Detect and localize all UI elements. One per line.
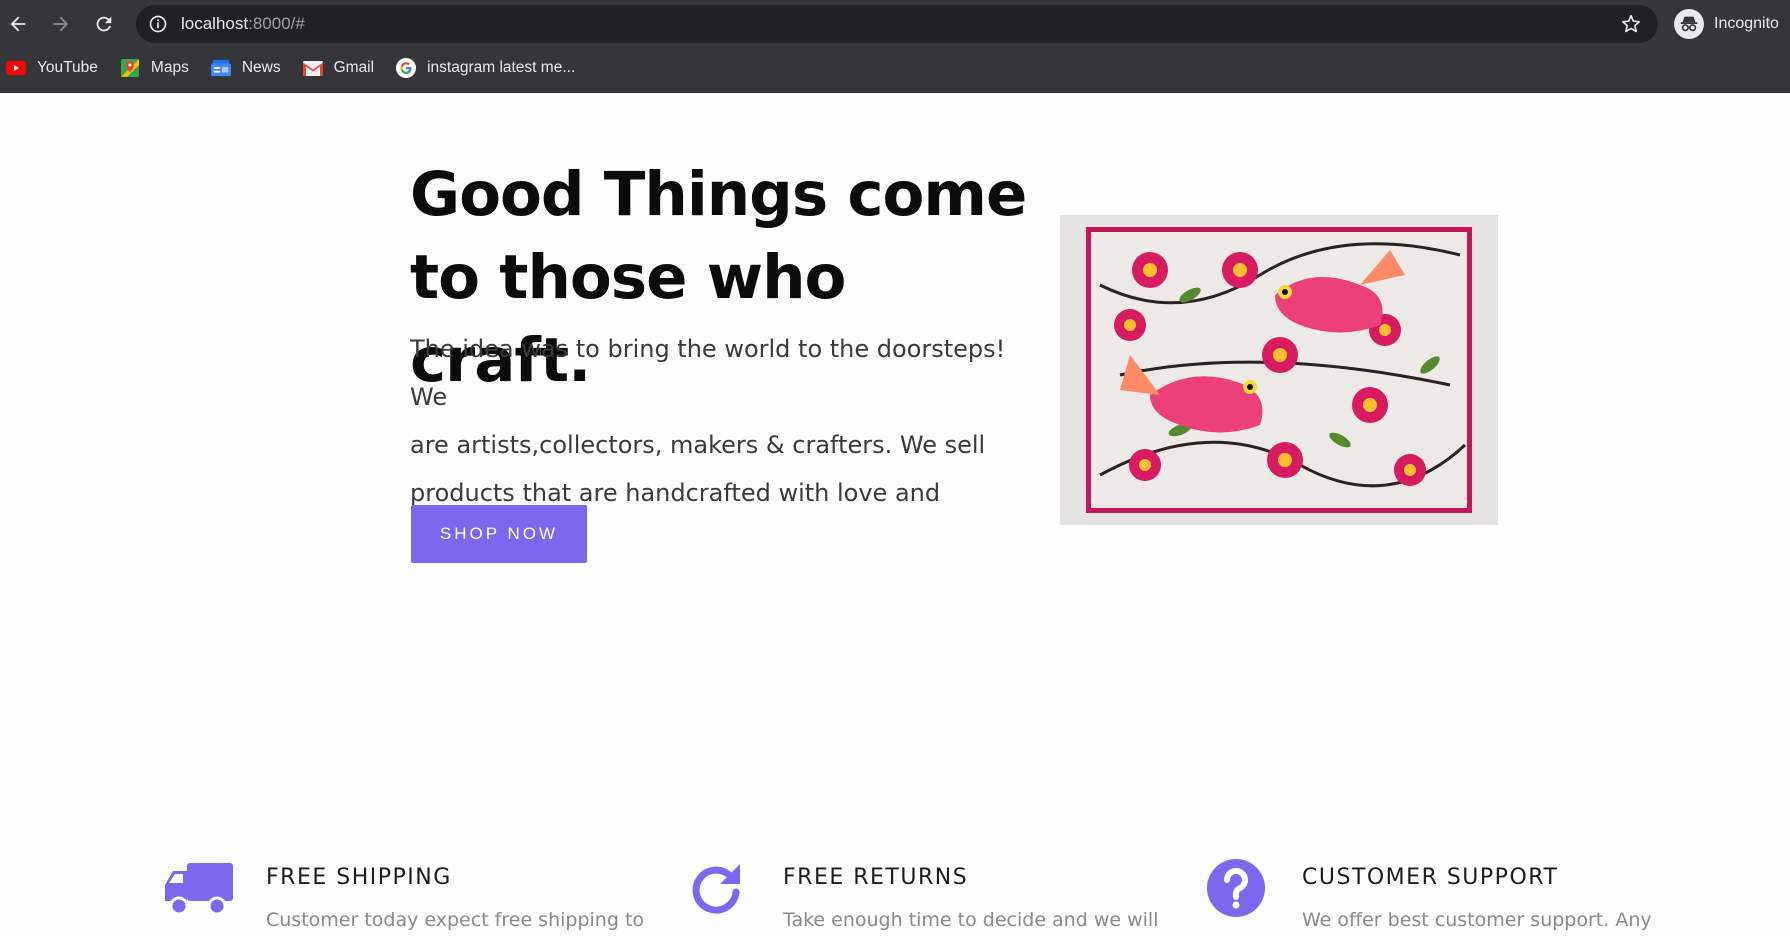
shop-now-button[interactable]: SHOP NOW [411,505,587,563]
page-content: Good Things come to those who craft. The… [0,93,1790,937]
bookmark-label: Gmail [333,59,375,76]
address-bar[interactable]: localhost:8000/# [136,5,1658,43]
refresh-icon [692,864,740,914]
feature-shipping: FREE SHIPPING Customer today expect free… [165,848,665,937]
gmail-icon [302,58,323,78]
youtube-icon [6,58,26,78]
browser-chrome: localhost:8000/# Incognito YouTube Maps … [0,0,1790,93]
hero-text-line2: are artists,collectors, makers & crafter… [410,431,986,459]
bookmark-instagram[interactable]: instagram latest me... [396,58,575,78]
profile-label: Incognito [1714,15,1779,32]
feature-title: FREE SHIPPING [266,865,452,890]
star-icon[interactable] [1620,13,1642,35]
truck-icon [165,863,233,916]
bookmark-label: Maps [150,59,189,76]
url-host: localhost [181,14,249,33]
browser-toolbar: localhost:8000/# Incognito [0,0,1790,48]
bookmark-news[interactable]: News [210,58,281,78]
feature-text: We offer best customer support. Any [1302,909,1652,931]
feature-returns: FREE RETURNS Take enough time to decide … [690,848,1190,937]
url-text: localhost:8000/# [181,14,305,34]
feature-support: CUSTOMER SUPPORT We offer best customer … [1206,848,1766,937]
bookmarks-bar: YouTube Maps News Gmail instagram latest… [0,52,597,84]
arrow-left-icon [10,16,26,32]
feature-title: FREE RETURNS [783,865,969,890]
madhubani-painting-image [1060,215,1498,525]
incognito-profile[interactable]: Incognito [1674,8,1779,40]
bookmark-gmail[interactable]: Gmail [302,58,375,78]
bookmark-label: instagram latest me... [427,59,576,76]
bookmark-youtube[interactable]: YouTube [6,58,98,78]
incognito-icon [1674,9,1704,39]
hero-title-line1: Good Things come [410,159,1027,230]
bookmark-label: News [241,59,281,76]
hero-text-line1: The idea was to bring the world to the d… [410,335,1006,411]
reload-icon [96,16,112,32]
info-icon[interactable] [148,14,168,34]
back-button[interactable] [2,8,34,40]
bookmark-maps[interactable]: Maps [120,58,189,78]
bookmark-label: YouTube [37,59,98,76]
forward-button[interactable] [45,8,77,40]
news-icon [210,58,231,78]
question-icon [1207,859,1265,917]
feature-text: Take enough time to decide and we will [783,909,1159,931]
reload-button[interactable] [88,8,120,40]
feature-text: Customer today expect free shipping to [266,909,645,931]
feature-title: CUSTOMER SUPPORT [1302,865,1559,890]
url-path: :8000/# [248,14,305,33]
google-icon [396,58,417,78]
arrow-right-icon [53,16,69,32]
maps-icon [120,58,140,78]
